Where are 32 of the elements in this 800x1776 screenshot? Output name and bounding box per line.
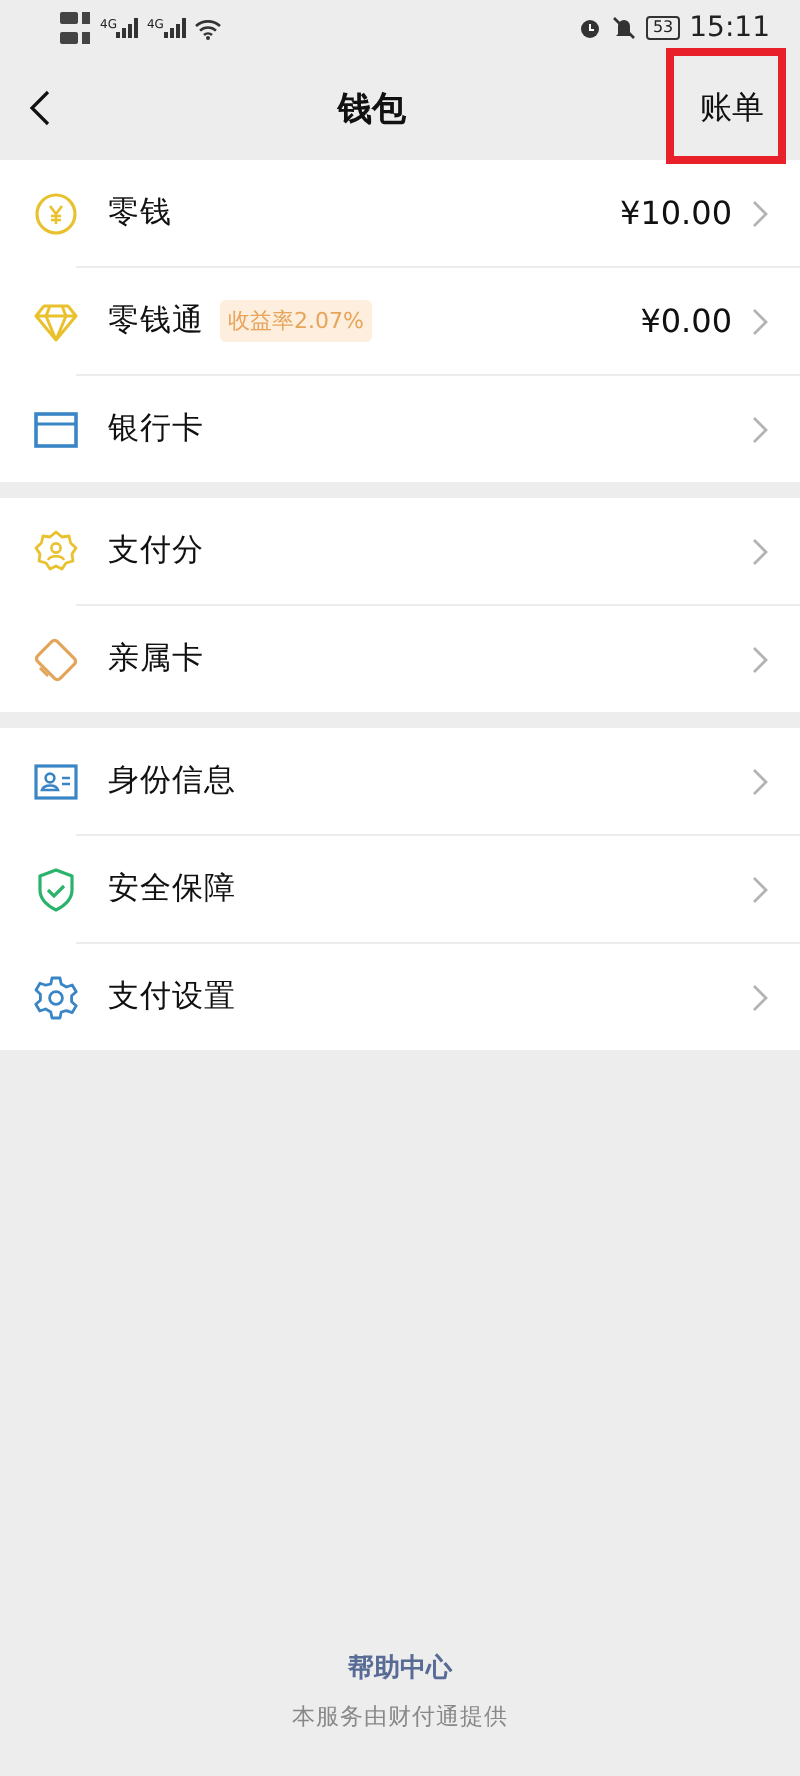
balance-amount: ¥0.00: [640, 302, 732, 340]
chevron-right-icon: [752, 767, 768, 795]
id-card-icon: [34, 763, 78, 799]
alarm-icon: [578, 16, 603, 40]
chevron-right-icon: [752, 537, 768, 565]
settings-icon: [34, 975, 78, 1019]
chevron-left-icon: [28, 88, 52, 128]
help-center-link[interactable]: 帮助中心: [348, 1650, 452, 1686]
chevron-right-icon: [752, 645, 768, 673]
diamond-icon: [34, 301, 78, 341]
signal-icon: [163, 18, 186, 38]
bill-button[interactable]: 账单: [680, 68, 784, 148]
yuan-coin-icon: [34, 191, 78, 235]
card-icon: [34, 411, 78, 447]
chevron-right-icon: [752, 307, 768, 335]
signal-icon: [116, 18, 139, 38]
tilted-card-icon: [34, 637, 78, 681]
wifi-icon: [193, 17, 222, 39]
chevron-right-icon: [752, 199, 768, 227]
battery-level: 53: [646, 16, 680, 40]
chevron-right-icon: [752, 415, 768, 443]
balance-amount: ¥10.00: [620, 194, 732, 232]
clock-time: 15:11: [689, 12, 770, 44]
provider-note: 本服务由财付通提供: [292, 1702, 508, 1732]
yield-tag: 收益率2.07%: [220, 300, 372, 342]
muted-bell-icon: [612, 16, 637, 40]
shield-check-icon: [36, 867, 76, 911]
chevron-right-icon: [752, 983, 768, 1011]
page-title: 钱包: [335, 87, 408, 131]
chevron-right-icon: [752, 875, 768, 903]
hd-sim-icon: [60, 10, 92, 46]
badge-person-icon: [34, 529, 78, 573]
